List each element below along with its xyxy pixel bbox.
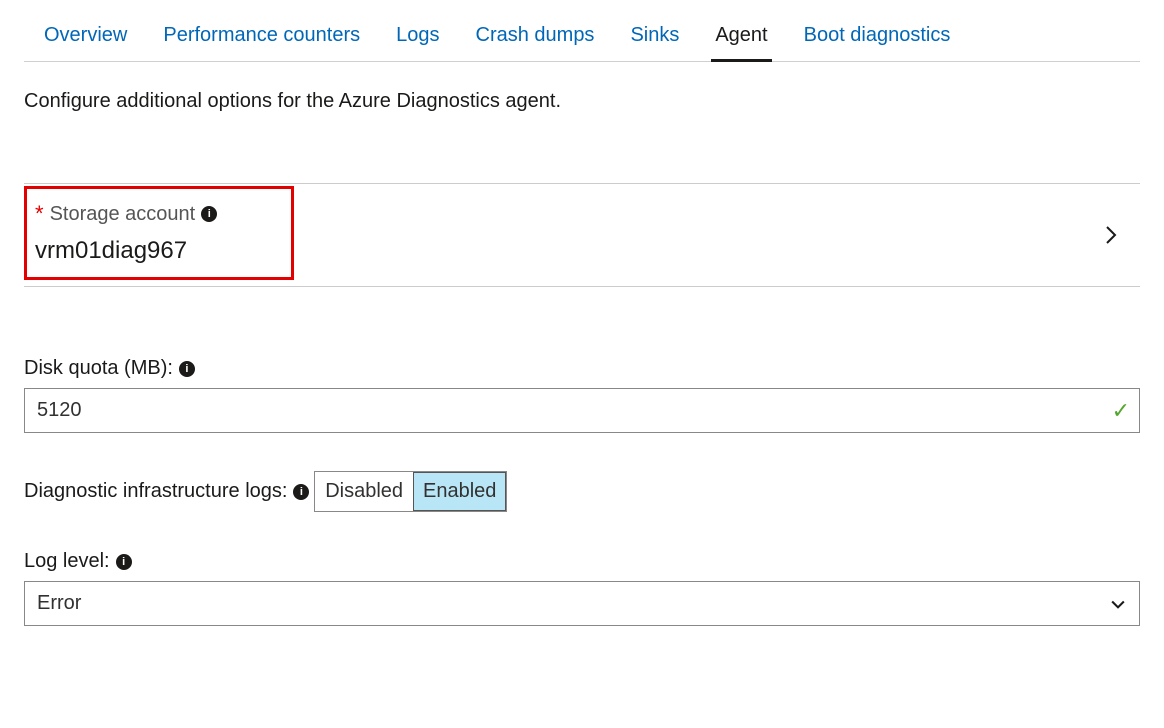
check-icon: ✓ <box>1112 398 1130 424</box>
tab-performance-counters[interactable]: Performance counters <box>159 16 364 61</box>
tab-agent[interactable]: Agent <box>711 16 771 61</box>
diag-logs-group: Diagnostic infrastructure logs: i Disabl… <box>24 471 1140 512</box>
info-icon[interactable]: i <box>201 206 217 222</box>
tab-sinks[interactable]: Sinks <box>626 16 683 61</box>
diag-logs-label: Diagnostic infrastructure logs: i <box>24 480 309 503</box>
log-level-select[interactable]: Error <box>24 581 1140 626</box>
chevron-right-icon[interactable] <box>1098 223 1122 247</box>
storage-account-row[interactable]: * Storage account i vrm01diag967 <box>24 183 1140 287</box>
diag-logs-disabled-button[interactable]: Disabled <box>315 472 413 511</box>
info-icon[interactable]: i <box>293 484 309 500</box>
log-level-label: Log level: i <box>24 550 132 573</box>
diag-logs-toggle: Disabled Enabled <box>314 471 507 512</box>
required-star-icon: * <box>35 201 44 227</box>
disk-quota-label: Disk quota (MB): i <box>24 357 195 380</box>
tab-bar: Overview Performance counters Logs Crash… <box>24 16 1140 62</box>
disk-quota-input[interactable] <box>24 388 1140 433</box>
storage-highlight: * Storage account i vrm01diag967 <box>24 186 294 280</box>
log-level-group: Log level: i Error <box>24 550 1140 626</box>
tab-crash-dumps[interactable]: Crash dumps <box>472 16 599 61</box>
tab-logs[interactable]: Logs <box>392 16 443 61</box>
diag-logs-enabled-button[interactable]: Enabled <box>413 472 506 511</box>
tab-boot-diagnostics[interactable]: Boot diagnostics <box>800 16 955 61</box>
info-icon[interactable]: i <box>116 554 132 570</box>
tab-overview[interactable]: Overview <box>40 16 131 61</box>
page-description: Configure additional options for the Azu… <box>24 90 1140 113</box>
disk-quota-group: Disk quota (MB): i ✓ <box>24 357 1140 433</box>
info-icon[interactable]: i <box>179 361 195 377</box>
storage-account-value: vrm01diag967 <box>35 237 279 265</box>
storage-account-label: Storage account <box>50 203 196 226</box>
